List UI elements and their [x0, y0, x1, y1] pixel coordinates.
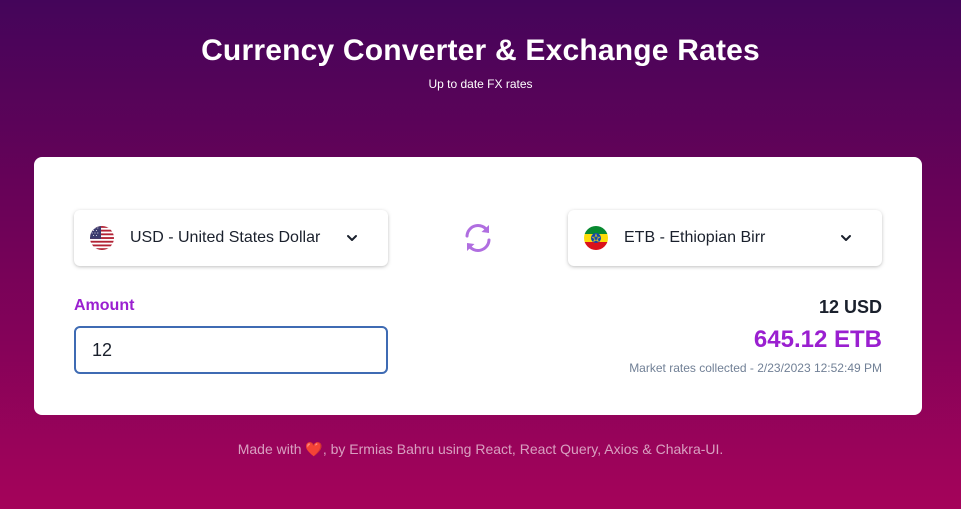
footer-credits: , by Ermias Bahru using React, React Que…	[322, 441, 724, 457]
conversion-result: 12 USD 645.12 ETB Market rates collected…	[629, 297, 882, 375]
from-currency-select[interactable]: USD - United States Dollar	[74, 210, 388, 266]
to-currency-label: ETB - Ethiopian Birr	[624, 229, 766, 246]
swap-currencies-button[interactable]	[461, 221, 495, 255]
from-currency-label: USD - United States Dollar	[130, 229, 321, 246]
ethiopia-flag-icon	[584, 226, 608, 250]
us-flag-icon	[90, 226, 114, 250]
footer-prefix: Made with	[237, 441, 306, 457]
page-subtitle: Up to date FX rates	[428, 77, 533, 91]
amount-label: Amount	[74, 297, 135, 314]
page-footer: Made with ❤️, by Ermias Bahru using Reac…	[0, 441, 961, 458]
market-rates-timestamp: Market rates collected - 2/23/2023 12:52…	[629, 361, 882, 375]
converter-card: USD - United States Dollar ETB - Ethiopi…	[34, 157, 922, 415]
amount-input[interactable]	[74, 326, 388, 374]
swap-arrows-icon	[461, 224, 495, 259]
converted-amount: 645.12 ETB	[753, 326, 882, 353]
page-header: Currency Converter & Exchange Rates Up t…	[0, 34, 961, 91]
chevron-down-icon	[344, 230, 360, 246]
to-currency-select[interactable]: ETB - Ethiopian Birr	[568, 210, 882, 266]
page-title: Currency Converter & Exchange Rates	[201, 34, 760, 67]
chevron-down-icon	[838, 230, 854, 246]
source-amount: 12 USD	[818, 297, 882, 317]
heart-icon: ❤️	[305, 441, 323, 457]
